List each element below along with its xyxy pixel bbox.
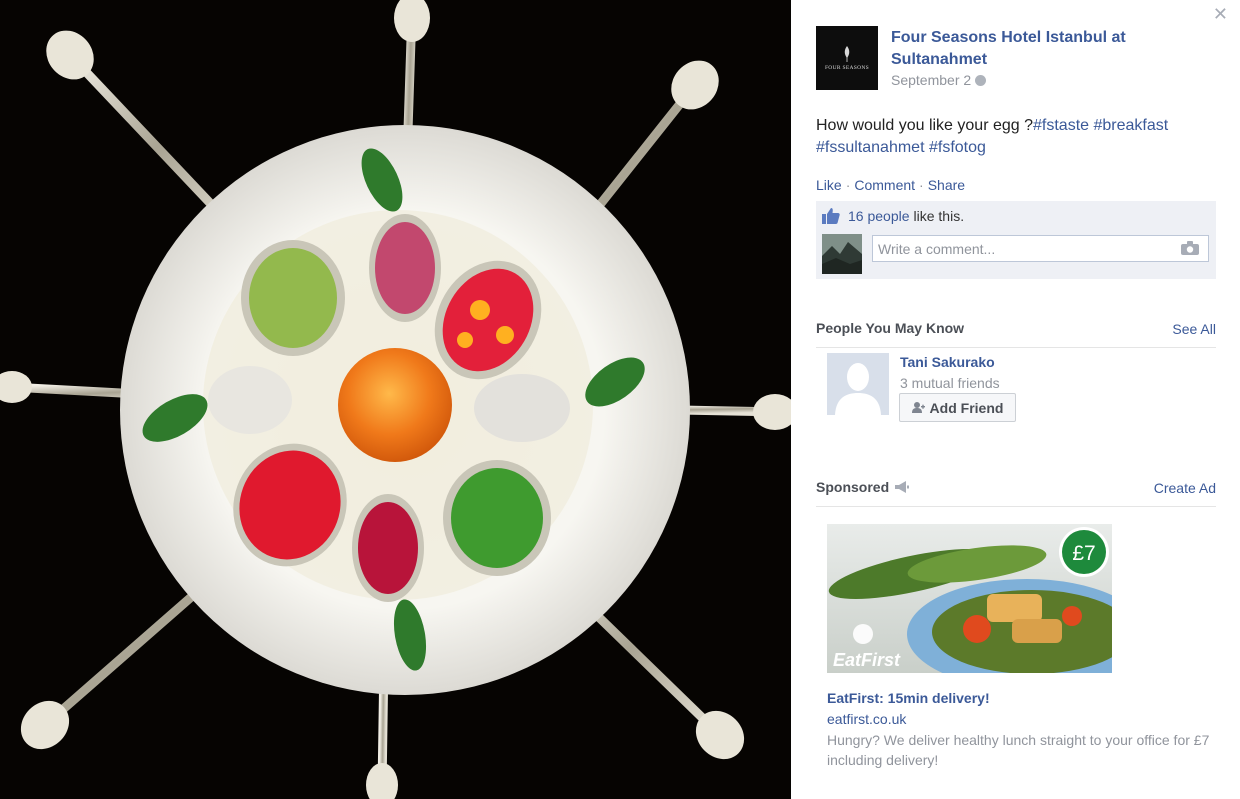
four-seasons-leaf-icon: [844, 45, 850, 62]
see-all-link[interactable]: See All: [1172, 321, 1216, 337]
sponsored-label: Sponsored: [816, 479, 890, 495]
pymk-title: People You May Know: [816, 320, 965, 336]
like-link[interactable]: Like: [816, 177, 842, 193]
plate-with-spoons-photo: [0, 0, 791, 799]
post-message-text: How would you like your egg ?: [816, 117, 1034, 134]
likes-suffix: like this.: [913, 208, 965, 224]
comment-input[interactable]: [872, 235, 1209, 262]
post-date-text: September 2: [891, 72, 972, 88]
avatar[interactable]: [827, 353, 889, 415]
globe-icon: [975, 74, 987, 86]
add-friend-icon: [911, 402, 925, 413]
ad-title-link[interactable]: EatFirst: 15min delivery!: [827, 690, 990, 706]
mountain-avatar-image: [822, 234, 862, 274]
post-timestamp[interactable]: September 2: [891, 72, 987, 88]
hashtag-link[interactable]: #fsfotog: [929, 139, 986, 156]
logo-wordmark: FOUR SEASONS: [824, 64, 870, 71]
pymk-person-name[interactable]: Tani Sakurako: [900, 354, 995, 370]
pymk-header: People You May Know See All: [816, 320, 1216, 348]
ad-body-text: Hungry? We deliver healthy lunch straigh…: [827, 732, 1210, 768]
mutual-friends-link[interactable]: 3 mutual friends: [900, 375, 1000, 391]
page-name-link[interactable]: Four Seasons Hotel Istanbul at Sultanahm…: [891, 27, 1191, 71]
camera-icon[interactable]: [1181, 241, 1199, 255]
share-link[interactable]: Share: [928, 177, 965, 193]
likers-link[interactable]: 16 people: [848, 208, 910, 224]
add-friend-label: Add Friend: [929, 399, 1004, 416]
feedback-box: 16 people like this.: [816, 201, 1216, 279]
post-actions: Like · Comment · Share: [816, 177, 966, 193]
create-ad-link[interactable]: Create Ad: [1154, 480, 1216, 496]
comment-link[interactable]: Comment: [854, 177, 915, 193]
thumbs-up-icon: [822, 208, 840, 224]
ad-image[interactable]: £7 EatFirst: [827, 524, 1112, 673]
ad-salad-photo: £7 EatFirst: [827, 524, 1112, 673]
hashtag-link[interactable]: #fstaste: [1033, 117, 1089, 134]
default-profile-silhouette-icon: [827, 353, 889, 415]
post-header: FOUR SEASONS Four Seasons Hotel Istanbul…: [816, 26, 1216, 92]
post-side-panel: ✕ FOUR SEASONS Four Seasons Hotel Istanb…: [791, 0, 1240, 799]
hashtag-link[interactable]: #fssultanahmet: [816, 139, 925, 156]
post-photo[interactable]: [0, 0, 791, 799]
close-icon[interactable]: ✕: [1213, 5, 1228, 23]
sponsored-header: Sponsored Create Ad: [816, 479, 1216, 507]
ad-brand-logo: EatFirst: [833, 650, 901, 670]
megaphone-icon: [895, 481, 910, 493]
current-user-avatar[interactable]: [822, 234, 862, 274]
post-message: How would you like your egg ?#fstaste #b…: [816, 115, 1196, 159]
likes-summary: 16 people like this.: [822, 208, 964, 224]
price-badge: £7: [1072, 542, 1095, 565]
hashtag-link[interactable]: #breakfast: [1094, 117, 1169, 134]
page-avatar[interactable]: FOUR SEASONS: [816, 26, 878, 90]
sponsored-title: Sponsored: [816, 479, 910, 495]
ad-domain-link[interactable]: eatfirst.co.uk: [827, 711, 906, 727]
add-friend-button[interactable]: Add Friend: [899, 393, 1016, 422]
